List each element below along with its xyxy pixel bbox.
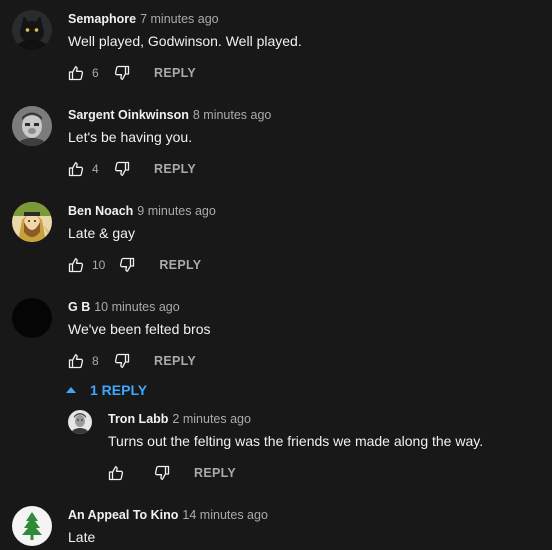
thumbs-down-icon[interactable] [154, 465, 170, 481]
comment-header: Tron Labb 2 minutes ago [108, 411, 251, 427]
author-name[interactable]: Tron Labb [108, 412, 168, 426]
timestamp[interactable]: 2 minutes ago [172, 412, 251, 426]
like-count: 8 [92, 354, 99, 368]
comment-text: Let's be having you. [68, 129, 193, 145]
timestamp[interactable]: 7 minutes ago [140, 12, 219, 26]
thumbs-down-icon[interactable] [119, 257, 135, 273]
author-name[interactable]: G B [68, 300, 90, 314]
avatar[interactable] [12, 298, 52, 338]
comment-text: We've been felted bros [68, 321, 211, 337]
comment-text: Well played, Godwinson. Well played. [68, 33, 302, 49]
comment-actions: 6 REPLY [68, 61, 196, 85]
thumbs-down-icon[interactable] [114, 161, 130, 177]
comment-text: Late [68, 529, 96, 545]
reply-button[interactable]: REPLY [194, 466, 236, 480]
comment-header: Semaphore 7 minutes ago [68, 11, 219, 27]
author-name[interactable]: Semaphore [68, 12, 136, 26]
comment-header: Sargent Oinkwinson 8 minutes ago [68, 107, 271, 123]
timestamp[interactable]: 9 minutes ago [137, 204, 216, 218]
reply-button[interactable]: REPLY [154, 354, 196, 368]
thumbs-up-icon[interactable] [68, 65, 84, 81]
comment-actions: 10 REPLY [68, 253, 201, 277]
comment-actions: REPLY [108, 461, 236, 485]
timestamp[interactable]: 10 minutes ago [94, 300, 179, 314]
reply-button[interactable]: REPLY [154, 162, 196, 176]
avatar[interactable] [12, 202, 52, 242]
author-name[interactable]: An Appeal To Kino [68, 508, 178, 522]
thumbs-down-icon[interactable] [114, 353, 130, 369]
comment-header: Ben Noach 9 minutes ago [68, 203, 216, 219]
thumbs-up-icon[interactable] [68, 257, 84, 273]
comment-text: Late & gay [68, 225, 135, 241]
avatar[interactable] [12, 10, 52, 50]
comment-header: G B 10 minutes ago [68, 299, 180, 315]
like-count: 10 [92, 258, 106, 272]
timestamp[interactable]: 8 minutes ago [193, 108, 272, 122]
thumbs-up-icon[interactable] [68, 161, 84, 177]
thumbs-up-icon[interactable] [68, 353, 84, 369]
thumbs-down-icon[interactable] [114, 65, 130, 81]
author-name[interactable]: Sargent Oinkwinson [68, 108, 189, 122]
like-count: 6 [92, 66, 99, 80]
avatar[interactable] [12, 106, 52, 146]
comment-text: Turns out the felting was the friends we… [108, 433, 484, 449]
comment-header: An Appeal To Kino 14 minutes ago [68, 507, 268, 523]
avatar[interactable] [12, 506, 52, 546]
author-name[interactable]: Ben Noach [68, 204, 133, 218]
replies-toggle-button[interactable]: 1 REPLY [64, 380, 147, 400]
reply-button[interactable]: REPLY [154, 66, 196, 80]
comment-actions: 8 REPLY [68, 349, 196, 373]
thumbs-up-icon[interactable] [108, 465, 124, 481]
avatar[interactable] [68, 410, 92, 434]
reply-button[interactable]: REPLY [159, 258, 201, 272]
comment-actions: 4 REPLY [68, 157, 196, 181]
replies-toggle-label: 1 REPLY [90, 382, 148, 398]
timestamp[interactable]: 14 minutes ago [182, 508, 267, 522]
caret-up-icon [64, 383, 78, 397]
like-count: 4 [92, 162, 99, 176]
